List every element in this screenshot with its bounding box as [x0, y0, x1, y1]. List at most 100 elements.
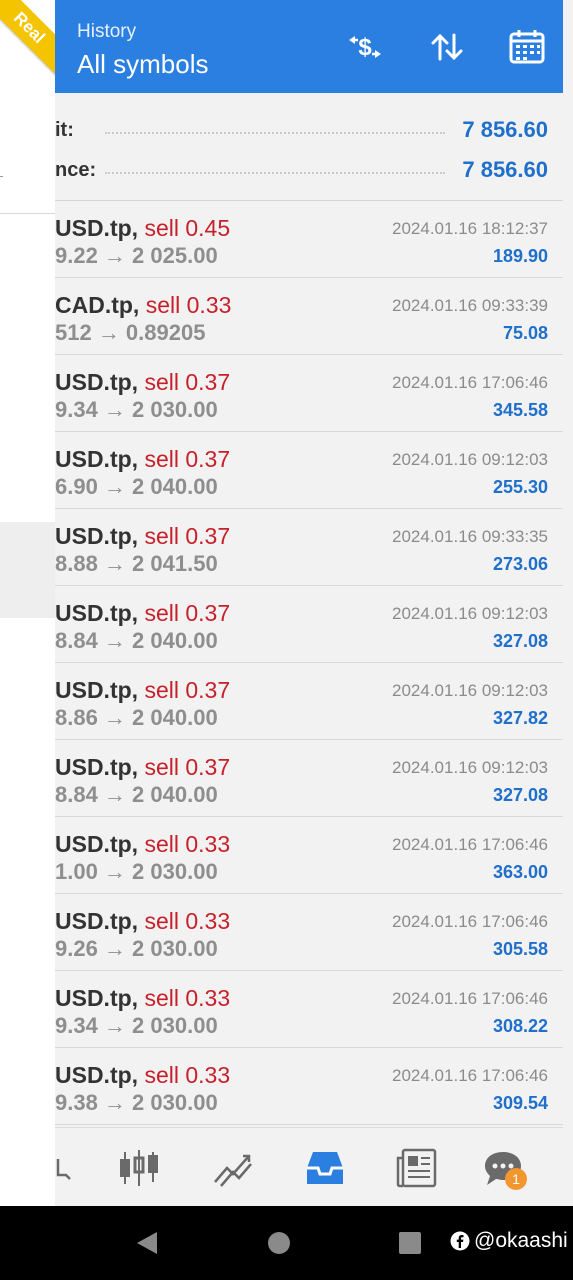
currency-filter-icon[interactable]: $: [345, 27, 385, 67]
sort-icon[interactable]: [427, 27, 467, 67]
deal-row[interactable]: USD.tp, sell 0.37 8.86 → 2 040.00 2024.01.…: [55, 663, 563, 740]
deal-prices: 8.84 → 2 040.00: [55, 628, 218, 653]
summary-value: 7 856.60: [462, 157, 548, 182]
deal-symbol: USD.tp, sell 0.37: [55, 369, 230, 396]
bottom-tab-bar: 1: [55, 1127, 563, 1206]
deal-row[interactable]: USD.tp, sell 0.37 9.34 → 2 030.00 2024.01.…: [55, 355, 563, 432]
deal-prices: 6.90 → 2 040.00: [55, 474, 218, 499]
real-account-badge: Real: [0, 0, 55, 84]
deal-prices: 8.88 → 2 041.50: [55, 551, 218, 576]
deal-time: 2024.01.16 18:12:37: [392, 219, 548, 238]
deal-symbol: USD.tp, sell 0.33: [55, 1062, 230, 1089]
deal-time: 2024.01.16 09:12:03: [392, 450, 548, 469]
deal-symbol-name: USD.tp,: [55, 369, 139, 395]
summary-row-profit: it: 7 856.60: [55, 110, 563, 150]
deal-symbol-name: USD.tp,: [55, 908, 139, 934]
quotes-icon[interactable]: [55, 1148, 91, 1188]
summary-value: 7 856.60: [462, 117, 548, 142]
real-badge-label: Real: [0, 0, 55, 77]
deal-time: 2024.01.16 09:33:35: [392, 527, 548, 546]
deal-profit: 309.54: [492, 1093, 548, 1113]
deal-prices: 9.34 → 2 030.00: [55, 397, 218, 422]
dotted-leader: [105, 132, 445, 134]
deal-symbol: USD.tp, sell 0.37: [55, 600, 230, 627]
deal-prices: 8.84 → 2 040.00: [55, 782, 218, 807]
page-title: History: [77, 21, 137, 42]
deal-symbol: USD.tp, sell 0.37: [55, 446, 230, 473]
deal-symbol-name: USD.tp,: [55, 985, 139, 1011]
deal-prices: 512 → 0.89205: [55, 320, 206, 345]
deal-row[interactable]: USD.tp, sell 0.37 8.84 → 2 040.00 2024.01.…: [55, 586, 563, 663]
deal-row[interactable]: CAD.tp, sell 0.33 512 → 0.89205 2024.01.16…: [55, 278, 563, 355]
deal-symbol: USD.tp, sell 0.33: [55, 985, 230, 1012]
deal-symbol-name: USD.tp,: [55, 754, 139, 780]
deal-side: sell 0.37: [144, 754, 231, 780]
deal-side: sell 0.37: [144, 677, 231, 703]
deal-profit: 327.08: [492, 785, 548, 805]
deal-profit: 273.06: [492, 554, 548, 574]
deal-profit: 189.90: [492, 246, 548, 266]
deal-row[interactable]: USD.tp, sell 0.45 9.22 → 2 025.00 2024.01.…: [55, 201, 563, 278]
history-icon[interactable]: [303, 1148, 347, 1188]
trade-icon[interactable]: [211, 1148, 255, 1188]
deal-symbol-name: CAD.tp,: [55, 292, 140, 318]
deal-time: 2024.01.16 17:06:46: [392, 912, 548, 931]
back-icon[interactable]: [135, 1230, 159, 1261]
deal-time: 2024.01.16 17:06:46: [392, 1066, 548, 1085]
deal-side: sell 0.37: [144, 369, 231, 395]
deal-time: 2024.01.16 09:12:03: [392, 604, 548, 623]
deal-profit: 363.00: [492, 862, 548, 882]
deal-profit: 305.58: [492, 939, 548, 959]
deal-list: USD.tp, sell 0.45 9.22 → 2 025.00 2024.01.…: [55, 201, 563, 1125]
chat-icon[interactable]: 1: [481, 1148, 527, 1190]
divider: [0, 176, 3, 177]
deal-time: 2024.01.16 17:06:46: [392, 989, 548, 1008]
calendar-icon[interactable]: [507, 27, 547, 67]
chart-icon[interactable]: [117, 1148, 161, 1188]
symbol-filter[interactable]: All symbols: [77, 49, 208, 80]
watermark: @okaashi: [450, 1229, 568, 1253]
system-nav-bar: @okaashi: [0, 1206, 573, 1280]
deal-symbol: USD.tp, sell 0.37: [55, 677, 230, 704]
recents-icon[interactable]: [398, 1230, 422, 1261]
deal-symbol-name: USD.tp,: [55, 1062, 139, 1088]
home-icon[interactable]: [267, 1230, 291, 1261]
summary-row-balance: nce: 7 856.60: [55, 150, 563, 190]
deal-row[interactable]: USD.tp, sell 0.33 1.00 → 2 030.00 2024.01.…: [55, 817, 563, 894]
summary-label: nce:: [55, 159, 97, 181]
facebook-icon: [450, 1231, 470, 1251]
deal-time: 2024.01.16 17:06:46: [392, 835, 548, 854]
deal-symbol: CAD.tp, sell 0.33: [55, 292, 231, 319]
deal-side: sell 0.33: [144, 831, 231, 857]
deal-side: sell 0.33: [144, 908, 231, 934]
deal-row[interactable]: USD.tp, sell 0.37 8.88 → 2 041.50 2024.01.…: [55, 509, 563, 586]
deal-symbol-name: USD.tp,: [55, 600, 139, 626]
deal-profit: 327.08: [492, 631, 548, 651]
deal-symbol-name: USD.tp,: [55, 831, 139, 857]
deal-prices: 9.34 → 2 030.00: [55, 1013, 218, 1038]
news-icon[interactable]: [395, 1148, 439, 1188]
deal-row[interactable]: USD.tp, sell 0.33 9.34 → 2 030.00 2024.01.…: [55, 971, 563, 1048]
history-screen: History All symbols $ it: 7 856.60 nce: …: [55, 0, 563, 1206]
deal-side: sell 0.33: [144, 985, 231, 1011]
deal-prices: 1.00 → 2 030.00: [55, 859, 218, 884]
deal-side: sell 0.33: [145, 292, 232, 318]
deal-side: sell 0.37: [144, 446, 231, 472]
deal-symbol: USD.tp, sell 0.45: [55, 215, 230, 242]
drawer-item-highlight: [0, 522, 55, 618]
deal-prices: 9.38 → 2 030.00: [55, 1090, 218, 1115]
app-header: History All symbols $: [55, 0, 563, 93]
deal-time: 2024.01.16 17:06:46: [392, 373, 548, 392]
deal-symbol-name: USD.tp,: [55, 446, 139, 472]
dotted-leader: [105, 172, 445, 174]
deal-row[interactable]: USD.tp, sell 0.33 9.38 → 2 030.00 2024.01.…: [55, 1048, 563, 1125]
deal-row[interactable]: USD.tp, sell 0.37 6.90 → 2 040.00 2024.01.…: [55, 432, 563, 509]
watermark-text: @okaashi: [474, 1229, 568, 1252]
deal-row[interactable]: USD.tp, sell 0.37 8.84 → 2 040.00 2024.01.…: [55, 740, 563, 817]
deal-symbol: USD.tp, sell 0.33: [55, 908, 230, 935]
deal-row[interactable]: USD.tp, sell 0.33 9.26 → 2 030.00 2024.01.…: [55, 894, 563, 971]
svg-text:$: $: [358, 34, 372, 61]
deal-profit: 75.08: [502, 323, 548, 343]
deal-prices: 8.86 → 2 040.00: [55, 705, 218, 730]
deal-time: 2024.01.16 09:33:39: [392, 296, 548, 315]
